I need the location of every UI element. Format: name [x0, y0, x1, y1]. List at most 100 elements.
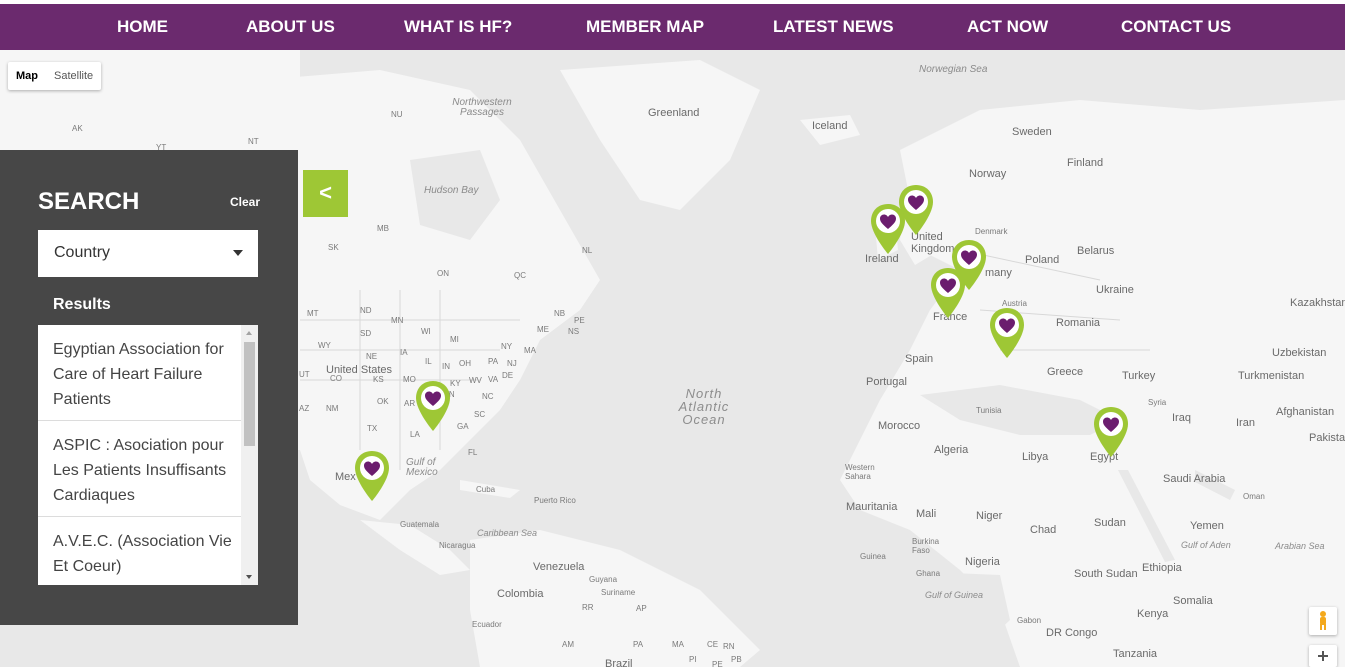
label-oh: OH: [459, 359, 471, 368]
label-pe-brazil: PE: [712, 660, 723, 667]
label-ukraine: Ukraine: [1096, 284, 1134, 296]
label-guatemala: Guatemala: [400, 520, 440, 529]
country-select-value: Country: [54, 244, 111, 261]
map-type-satellite-button[interactable]: Satellite: [46, 62, 101, 90]
label-guyana: Guyana: [589, 575, 618, 584]
label-pb: PB: [731, 655, 742, 664]
nav-home[interactable]: HOME: [117, 4, 168, 50]
label-nm: NM: [326, 404, 339, 413]
map-pin-icon: [871, 204, 905, 254]
label-ks: KS: [373, 375, 384, 384]
search-panel: SEARCH Clear Country Results Egyptian As…: [0, 150, 298, 625]
label-mt: MT: [307, 309, 319, 318]
label-gulf-of-aden: Gulf of Aden: [1181, 540, 1231, 550]
results-list: Egyptian Association for Care of Heart F…: [38, 325, 258, 585]
label-sc: SC: [474, 410, 486, 419]
label-gulf-of-guinea: Gulf of Guinea: [925, 590, 984, 600]
list-item[interactable]: A.V.E.C. (Association Vie Et Coeur): [38, 517, 241, 585]
map-pin-icon: [1094, 407, 1128, 457]
label-az: AZ: [299, 404, 310, 413]
label-germany: many: [985, 267, 1012, 279]
member-pin[interactable]: [869, 202, 907, 256]
label-nb: NB: [554, 309, 566, 318]
nav-act-now[interactable]: ACT NOW: [967, 4, 1048, 50]
label-south-sudan: South Sudan: [1074, 568, 1138, 580]
member-pin[interactable]: [353, 449, 391, 503]
label-tanzania: Tanzania: [1113, 648, 1158, 660]
label-syria: Syria: [1148, 398, 1167, 407]
search-title: SEARCH: [38, 188, 140, 215]
member-pin[interactable]: [988, 306, 1026, 360]
label-brazil: Brazil: [605, 658, 633, 667]
label-nl: NL: [582, 246, 593, 255]
label-gabon: Gabon: [1017, 616, 1042, 625]
label-wy: WY: [318, 341, 331, 350]
label-kenya: Kenya: [1137, 608, 1169, 620]
label-caribbean-sea: Caribbean Sea: [477, 528, 538, 538]
label-algeria: Algeria: [934, 444, 969, 456]
label-spain: Spain: [905, 353, 934, 365]
label-somalia: Somalia: [1173, 595, 1213, 607]
label-greenland: Greenland: [648, 107, 700, 119]
label-fl: FL: [468, 448, 478, 457]
label-iraq: Iraq: [1172, 412, 1191, 424]
label-mb: MB: [377, 224, 389, 233]
list-item-label: A.V.E.C. (Association Vie Et Coeur): [53, 533, 232, 575]
nav-latest-news[interactable]: LATEST NEWS: [773, 4, 894, 50]
label-ny: NY: [501, 342, 513, 351]
label-ethiopia: Ethiopia: [1142, 562, 1182, 574]
label-sd: SD: [360, 329, 372, 338]
nav-about-us[interactable]: ABOUT US: [246, 4, 335, 50]
member-pin[interactable]: [414, 379, 452, 433]
list-item[interactable]: Egyptian Association for Care of Heart F…: [38, 325, 241, 421]
label-iceland: Iceland: [812, 120, 848, 132]
label-ce: CE: [707, 640, 719, 649]
label-pe: PE: [574, 316, 585, 325]
scroll-down-icon[interactable]: [246, 575, 252, 579]
pegman-icon: [1320, 611, 1326, 630]
zoom-in-button[interactable]: [1309, 645, 1337, 667]
map-pin-icon: [990, 308, 1024, 358]
label-in: IN: [442, 362, 450, 371]
label-pa: PA: [488, 357, 499, 366]
scroll-up-icon[interactable]: [246, 331, 252, 335]
map-type-map-button[interactable]: Map: [8, 62, 46, 90]
label-nc: NC: [482, 392, 494, 401]
results-scrollbar[interactable]: [241, 325, 258, 585]
nav-contact-us[interactable]: CONTACT US: [1121, 4, 1231, 50]
member-pin[interactable]: [1092, 405, 1130, 459]
label-sweden: Sweden: [1012, 126, 1052, 138]
street-view-control[interactable]: [1309, 607, 1337, 635]
label-il: IL: [425, 357, 432, 366]
label-norway: Norway: [969, 168, 1007, 180]
nav-member-map[interactable]: MEMBER MAP: [586, 4, 704, 50]
label-ut: UT: [299, 370, 310, 379]
list-item[interactable]: ASPIC : Asociation pour Les Patients Ins…: [38, 421, 241, 517]
member-pin[interactable]: [929, 266, 967, 320]
label-tunisia: Tunisia: [976, 406, 1002, 415]
list-item-label: ASPIC : Asociation pour Les Patients Ins…: [53, 437, 227, 504]
map-pin-icon: [355, 451, 389, 501]
label-ns: NS: [568, 327, 580, 336]
label-western-sahara: Western Sahara: [845, 463, 875, 481]
label-ga: GA: [457, 422, 469, 431]
label-north-atlantic-ocean: North Atlantic Ocean: [678, 386, 730, 427]
label-finland: Finland: [1067, 157, 1104, 169]
label-am: AM: [562, 640, 574, 649]
label-hudson-bay: Hudson Bay: [424, 185, 479, 196]
label-nd: ND: [360, 306, 372, 315]
label-chad: Chad: [1030, 524, 1057, 536]
nav-what-is-hf[interactable]: WHAT IS HF?: [404, 4, 512, 50]
scrollbar-thumb[interactable]: [244, 342, 255, 446]
label-on: ON: [437, 269, 449, 278]
clear-button[interactable]: Clear: [230, 195, 260, 209]
panel-toggle-button[interactable]: <: [303, 170, 348, 217]
map-pin-icon: [416, 381, 450, 431]
label-mali: Mali: [916, 508, 937, 520]
results-label: Results: [53, 296, 111, 313]
country-select[interactable]: Country: [38, 230, 258, 277]
label-portugal: Portugal: [866, 376, 907, 388]
label-ak: AK: [72, 124, 83, 133]
label-romania: Romania: [1056, 317, 1101, 329]
label-va: VA: [488, 375, 499, 384]
